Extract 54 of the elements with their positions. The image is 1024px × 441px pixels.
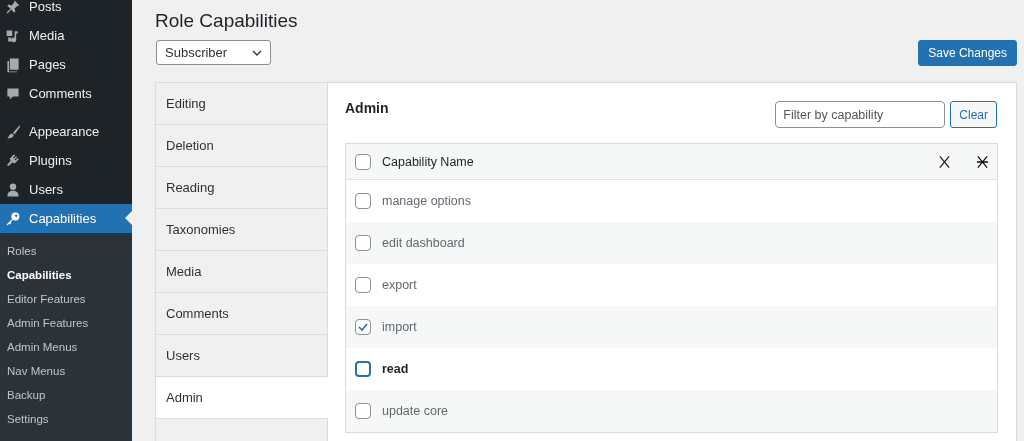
capability-name: export	[382, 278, 417, 292]
checkbox[interactable]	[355, 361, 371, 377]
menu-item[interactable]: Users	[0, 175, 132, 204]
save-button[interactable]: Save Changes	[918, 40, 1017, 66]
submenu-link[interactable]: Capabilities	[0, 264, 132, 288]
user-icon	[5, 181, 21, 198]
menu-item[interactable]: Appearance	[0, 117, 132, 146]
menu-item[interactable]: Capabilities	[0, 204, 132, 233]
submenu-link[interactable]: Admin Features	[0, 312, 132, 336]
menu-item[interactable]: Pages	[0, 50, 132, 79]
role-select[interactable]: Subscriber	[156, 40, 271, 65]
comment-icon	[5, 85, 21, 102]
submenu-link[interactable]: Backup	[0, 384, 132, 408]
tab[interactable]: Admin	[156, 377, 328, 419]
pin-icon	[5, 0, 21, 15]
clear-button[interactable]: Clear	[950, 101, 997, 128]
tab[interactable]: Media	[156, 251, 327, 293]
checkbox[interactable]	[355, 277, 371, 293]
menu-item[interactable]: Plugins	[0, 146, 132, 175]
pages-icon	[5, 56, 21, 73]
submenu-link[interactable]: Editor Features	[0, 288, 132, 312]
submenu-link[interactable]: Nav Menus	[0, 360, 132, 384]
capability-name: manage options	[382, 194, 471, 208]
filter-field[interactable]: Filter by capability	[775, 101, 946, 128]
column-header: Capability Name	[382, 154, 475, 169]
plug-icon	[5, 152, 21, 169]
checkbox[interactable]	[355, 193, 371, 209]
tab[interactable]: Editing	[156, 83, 327, 125]
menu-item[interactable]: Media	[0, 21, 132, 50]
tab[interactable]: Comments	[156, 293, 327, 335]
key-icon	[5, 210, 21, 227]
submenu-link[interactable]: Admin Menus	[0, 336, 132, 360]
chevron-icon	[252, 49, 262, 56]
media-icon	[5, 27, 21, 44]
x-icon[interactable]	[938, 154, 951, 169]
tab[interactable]: Reading	[156, 167, 327, 209]
section-title: Admin	[345, 99, 390, 116]
checkbox[interactable]	[355, 235, 371, 251]
page-title: Role Capabilities	[155, 10, 299, 32]
submenu-link[interactable]: Settings	[0, 408, 132, 432]
tab[interactable]: Taxonomies	[156, 209, 327, 251]
submenu-link[interactable]: Roles	[0, 240, 132, 264]
checkbox[interactable]	[355, 403, 371, 419]
capability-name: edit dashboard	[382, 236, 465, 250]
tab[interactable]: Deletion	[156, 125, 327, 167]
checkbox[interactable]	[355, 319, 371, 335]
checkbox[interactable]	[355, 153, 371, 170]
capability-name: update core	[382, 404, 449, 418]
menu-item[interactable]: Comments	[0, 79, 132, 108]
capability-name: read	[382, 362, 409, 376]
brush-icon	[5, 123, 21, 140]
capability-name: import	[382, 320, 417, 334]
crossed-x-icon[interactable]	[976, 154, 989, 169]
menu-item[interactable]: Posts	[0, 0, 132, 21]
